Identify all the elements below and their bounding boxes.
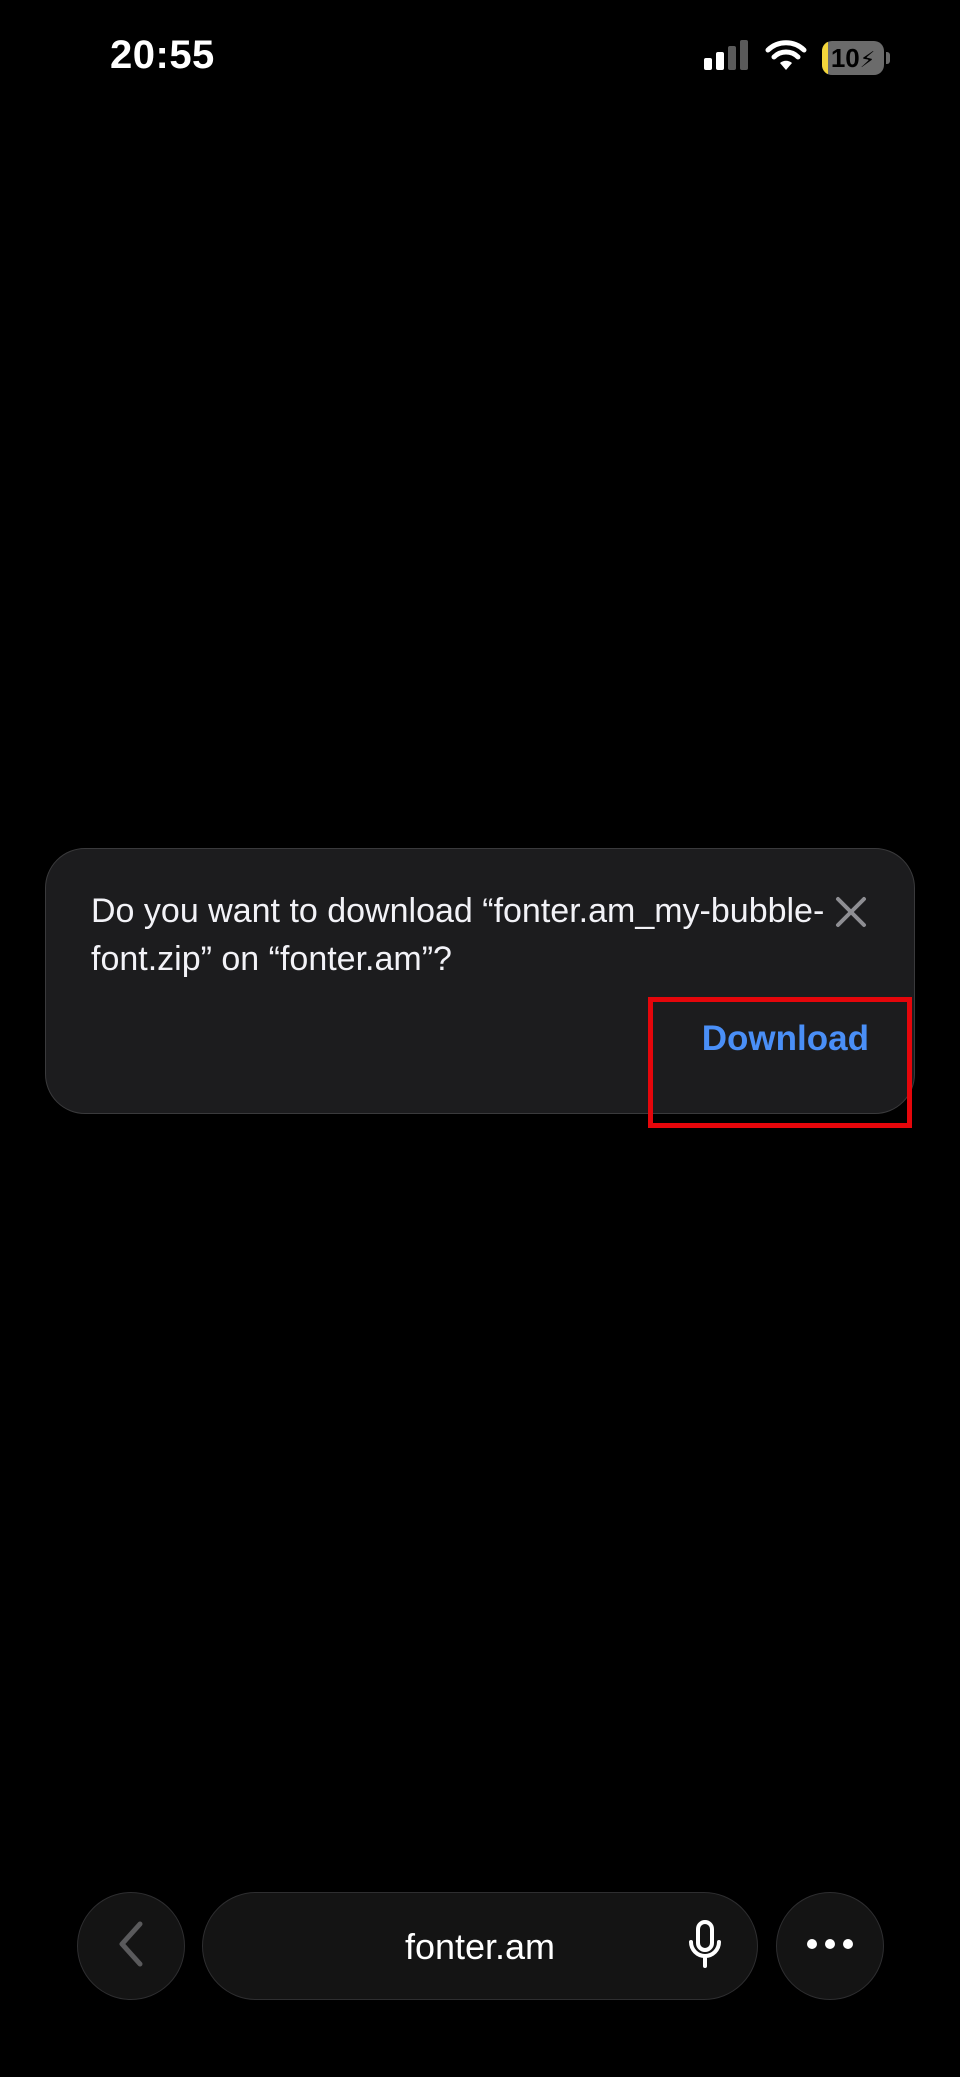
address-bar[interactable]: fonter.am <box>202 1892 758 2000</box>
dialog-message: Do you want to download “fonter.am_my-bu… <box>91 892 825 978</box>
bottom-toolbar: fonter.am <box>0 1892 960 2002</box>
battery-icon: 10⚡ <box>822 41 890 75</box>
microphone-button[interactable] <box>683 1919 727 1975</box>
download-button[interactable]: Download <box>702 1019 869 1059</box>
status-bar: 20:55 10⚡ <box>0 0 960 115</box>
close-icon <box>834 895 868 934</box>
more-button[interactable] <box>776 1892 884 2000</box>
status-icons: 10⚡ <box>704 38 890 78</box>
microphone-icon <box>688 1919 722 1975</box>
status-time: 20:55 <box>110 33 215 77</box>
close-button[interactable] <box>828 891 874 937</box>
battery-level: 10⚡ <box>830 43 876 73</box>
more-dots-icon <box>806 1937 854 1955</box>
back-button[interactable] <box>77 1892 185 2000</box>
battery-cap <box>886 52 890 64</box>
cellular-signal-icon <box>704 39 750 77</box>
address-text: fonter.am <box>404 1926 556 1967</box>
download-dialog: Do you want to download “fonter.am_my-bu… <box>45 848 915 1114</box>
chevron-left-icon <box>116 1920 146 1973</box>
wifi-icon <box>764 39 808 77</box>
